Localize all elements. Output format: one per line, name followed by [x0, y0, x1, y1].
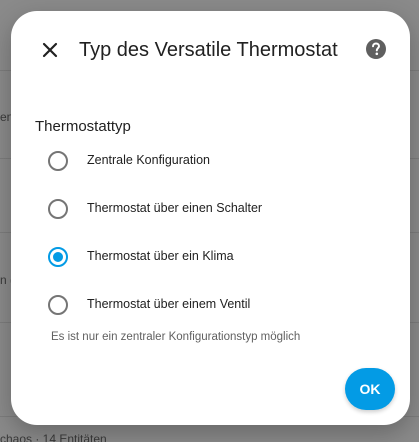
section-title: Thermostattyp — [35, 118, 131, 135]
thermostat-type-dialog: Typ des Versatile Thermostat Thermostatt… — [11, 11, 410, 425]
dialog-title: Typ des Versatile Thermostat — [79, 39, 338, 61]
radio-button[interactable] — [48, 151, 68, 171]
ok-button[interactable]: OK — [345, 368, 395, 410]
option-label: Thermostat über ein Klima — [87, 249, 234, 263]
help-button[interactable] — [364, 38, 388, 65]
help-icon — [365, 38, 387, 65]
close-icon — [42, 42, 58, 63]
close-button[interactable] — [35, 37, 65, 67]
radio-button-selected[interactable] — [48, 247, 68, 267]
option-label: Zentrale Konfiguration — [87, 153, 210, 167]
option-thermostat-switch[interactable]: Thermostat über einen Schalter — [11, 185, 410, 233]
option-thermostat-valve[interactable]: Thermostat über einem Ventil — [11, 281, 410, 329]
option-label: Thermostat über einen Schalter — [87, 201, 263, 215]
option-label: Thermostat über einem Ventil — [87, 297, 251, 311]
background-text: chaos · 14 Entitäten — [0, 432, 107, 442]
helper-text: Es ist nur ein zentraler Konfigurationst… — [51, 331, 301, 343]
option-central-configuration[interactable]: Zentrale Konfiguration — [11, 137, 410, 185]
thermostat-type-radio-group: Zentrale Konfiguration Thermostat über e… — [11, 137, 410, 329]
radio-button[interactable] — [48, 199, 68, 219]
dialog-header: Typ des Versatile Thermostat — [11, 11, 410, 87]
radio-button[interactable] — [48, 295, 68, 315]
option-thermostat-climate[interactable]: Thermostat über ein Klima — [11, 233, 410, 281]
